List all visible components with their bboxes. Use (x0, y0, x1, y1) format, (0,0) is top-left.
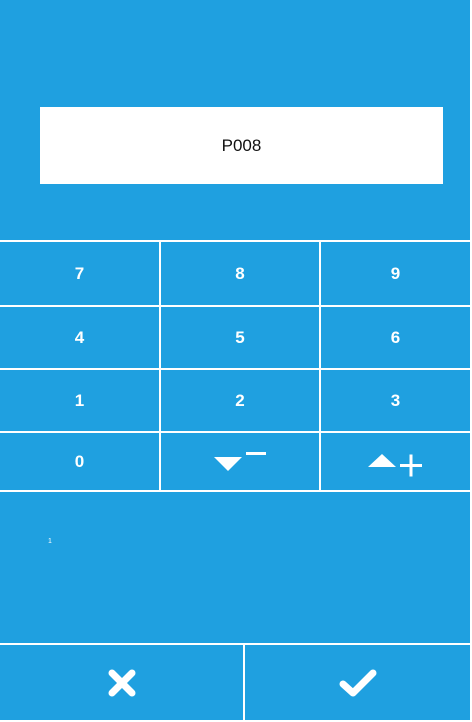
key-label: 7 (74, 263, 85, 283)
cancel-button[interactable] (0, 645, 243, 720)
key-label: 6 (390, 327, 401, 347)
up-triangle-plus-icon (364, 447, 428, 477)
key-7[interactable]: 7 (0, 242, 159, 305)
hint-text: 1 (48, 538, 52, 545)
increment-button[interactable] (321, 433, 470, 490)
key-label: 1 (74, 390, 85, 410)
key-label: 4 (74, 327, 85, 347)
key-8[interactable]: 8 (161, 242, 319, 305)
key-label: 3 (390, 390, 401, 410)
value-display-text: P008 (221, 135, 262, 155)
key-label: 2 (235, 390, 245, 410)
cross-icon (107, 668, 137, 698)
key-label: 0 (74, 451, 85, 471)
decrement-button[interactable] (161, 433, 319, 490)
check-icon (339, 668, 377, 698)
key-5[interactable]: 5 (161, 307, 319, 368)
key-1[interactable]: 1 (0, 370, 159, 431)
numeric-entry-screen: P008 7 8 9 4 5 6 1 2 3 0 1 (0, 0, 470, 720)
key-4[interactable]: 4 (0, 307, 159, 368)
key-2[interactable]: 2 (161, 370, 319, 431)
key-label: 5 (235, 327, 245, 347)
key-label: 9 (390, 263, 401, 283)
down-triangle-minus-icon (208, 449, 272, 475)
key-6[interactable]: 6 (321, 307, 470, 368)
key-0[interactable]: 0 (0, 433, 159, 490)
numeric-keypad: 7 8 9 4 5 6 1 2 3 0 (0, 240, 470, 492)
value-display: P008 (40, 107, 443, 184)
key-9[interactable]: 9 (321, 242, 470, 305)
key-3[interactable]: 3 (321, 370, 470, 431)
key-label: 8 (235, 263, 245, 283)
action-bar (0, 643, 470, 720)
confirm-button[interactable] (245, 645, 470, 720)
